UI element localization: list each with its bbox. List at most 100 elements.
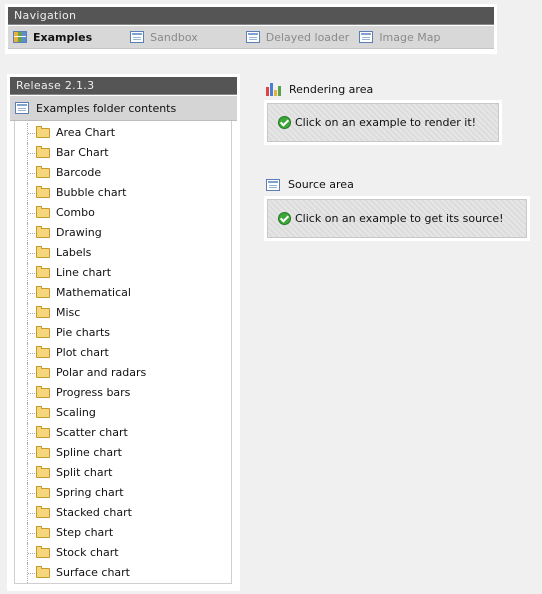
tab-sandbox[interactable]: Sandbox: [130, 31, 198, 44]
folder-icon: [36, 526, 50, 538]
folder-icon: [36, 346, 50, 358]
page-icon: [130, 31, 145, 43]
tree-connector: [27, 183, 36, 203]
folder-label: Pie charts: [56, 326, 111, 339]
folder-label: Area Chart: [56, 126, 116, 139]
folder-item[interactable]: Stacked chart: [15, 503, 231, 523]
folder-label: Step chart: [56, 526, 114, 539]
tab-delayed-loader[interactable]: Delayed loader: [245, 30, 350, 44]
folder-item[interactable]: Barcode: [15, 163, 231, 183]
source-area-title: Source area: [266, 178, 354, 191]
tree-connector: [27, 363, 36, 383]
folder-item[interactable]: Scatter chart: [15, 423, 231, 443]
tree-connector: [27, 503, 36, 523]
folder-item[interactable]: Bubble chart: [15, 183, 231, 203]
folder-icon: [36, 286, 50, 298]
tab-examples[interactable]: Examples: [13, 31, 92, 44]
folder-label: Surface chart: [56, 566, 130, 579]
tree-connector: [27, 323, 36, 343]
folder-icon: [36, 386, 50, 398]
rendering-message: Click on an example to render it!: [295, 116, 477, 129]
folder-label: Plot chart: [56, 346, 109, 359]
folder-label: Line chart: [56, 266, 112, 279]
page-icon: [266, 178, 280, 191]
tree-connector: [27, 303, 36, 323]
folder-item[interactable]: Line chart: [15, 263, 231, 283]
navigation-tabs: Examples Sandbox Delayed loader Image Ma…: [8, 26, 494, 49]
folder-icon: [36, 566, 50, 578]
folder-item[interactable]: Surface chart: [15, 563, 231, 583]
tree-connector: [27, 343, 36, 363]
tree-connector: [27, 423, 36, 443]
folder-label: Scaling: [56, 406, 96, 419]
folder-item[interactable]: Stock chart: [15, 543, 231, 563]
folder-item[interactable]: Progress bars: [15, 383, 231, 403]
folder-item[interactable]: Misc: [15, 303, 231, 323]
check-icon: [278, 212, 291, 225]
navigation-title: Navigation: [8, 7, 494, 25]
folder-item[interactable]: Mathematical: [15, 283, 231, 303]
folder-icon: [36, 446, 50, 458]
folder-icon: [36, 166, 50, 178]
folder-label: Polar and radars: [56, 366, 147, 379]
tab-image-map[interactable]: Image Map: [359, 31, 440, 44]
folder-header-label: Examples folder contents: [36, 101, 177, 115]
folder-label: Bubble chart: [56, 186, 127, 199]
folder-label: Progress bars: [56, 386, 131, 399]
folder-label: Scatter chart: [56, 426, 128, 439]
folder-icon: [36, 546, 50, 558]
navigation-panel: Navigation Examples Sandbox Delayed load…: [5, 4, 497, 54]
folder-label: Split chart: [56, 466, 113, 479]
folder-label: Stacked chart: [56, 506, 132, 519]
folder-header[interactable]: Examples folder contents: [10, 96, 237, 121]
page-icon: [245, 31, 260, 43]
source-area-label: Source area: [288, 178, 354, 191]
tab-label: Delayed loader: [265, 30, 350, 44]
tree-connector: [27, 543, 36, 563]
release-panel: Release 2.1.3 Examples folder contents A…: [7, 74, 240, 591]
folder-label: Combo: [56, 206, 95, 219]
folder-item[interactable]: Spring chart: [15, 483, 231, 503]
folder-item[interactable]: Step chart: [15, 523, 231, 543]
folder-icon: [36, 126, 50, 138]
tree-connector: [27, 163, 36, 183]
folder-item[interactable]: Bar Chart: [15, 143, 231, 163]
folder-item[interactable]: Scaling: [15, 403, 231, 423]
folder-icon: [36, 266, 50, 278]
tree-connector: [27, 563, 36, 583]
folder-icon: [36, 226, 50, 238]
folder-item[interactable]: Plot chart: [15, 343, 231, 363]
folder-label: Bar Chart: [56, 146, 109, 159]
folder-icon: [36, 426, 50, 438]
folder-item[interactable]: Combo: [15, 203, 231, 223]
tree-connector: [27, 383, 36, 403]
folder-label: Barcode: [56, 166, 102, 179]
tree-connector: [27, 263, 36, 283]
source-area: Click on an example to get its source!: [264, 196, 530, 241]
folder-icon: [36, 506, 50, 518]
release-title: Release 2.1.3: [10, 77, 237, 95]
folder-item[interactable]: Pie charts: [15, 323, 231, 343]
folder-label: Spline chart: [56, 446, 122, 459]
folder-item[interactable]: Area Chart: [15, 123, 231, 143]
source-message-box: Click on an example to get its source!: [267, 199, 527, 238]
check-icon: [278, 116, 291, 129]
tab-label: Examples: [33, 30, 93, 44]
tree-connector: [27, 443, 36, 463]
folder-label: Stock chart: [56, 546, 119, 559]
folder-tree: Area Chart Bar Chart Barcode Bubble chart Co…: [14, 121, 232, 584]
grid-icon: [13, 31, 27, 43]
folder-item[interactable]: Spline chart: [15, 443, 231, 463]
tree-connector: [27, 483, 36, 503]
folder-item[interactable]: Polar and radars: [15, 363, 231, 383]
folder-icon: [36, 306, 50, 318]
folder-item[interactable]: Labels: [15, 243, 231, 263]
folder-label: Spring chart: [56, 486, 124, 499]
tree-connector: [27, 523, 36, 543]
rendering-area-label: Rendering area: [289, 82, 374, 96]
folder-icon: [36, 326, 50, 338]
tree-connector: [27, 223, 36, 243]
folder-item[interactable]: Split chart: [15, 463, 231, 483]
rendering-area-title: Rendering area: [266, 82, 373, 96]
folder-item[interactable]: Drawing: [15, 223, 231, 243]
